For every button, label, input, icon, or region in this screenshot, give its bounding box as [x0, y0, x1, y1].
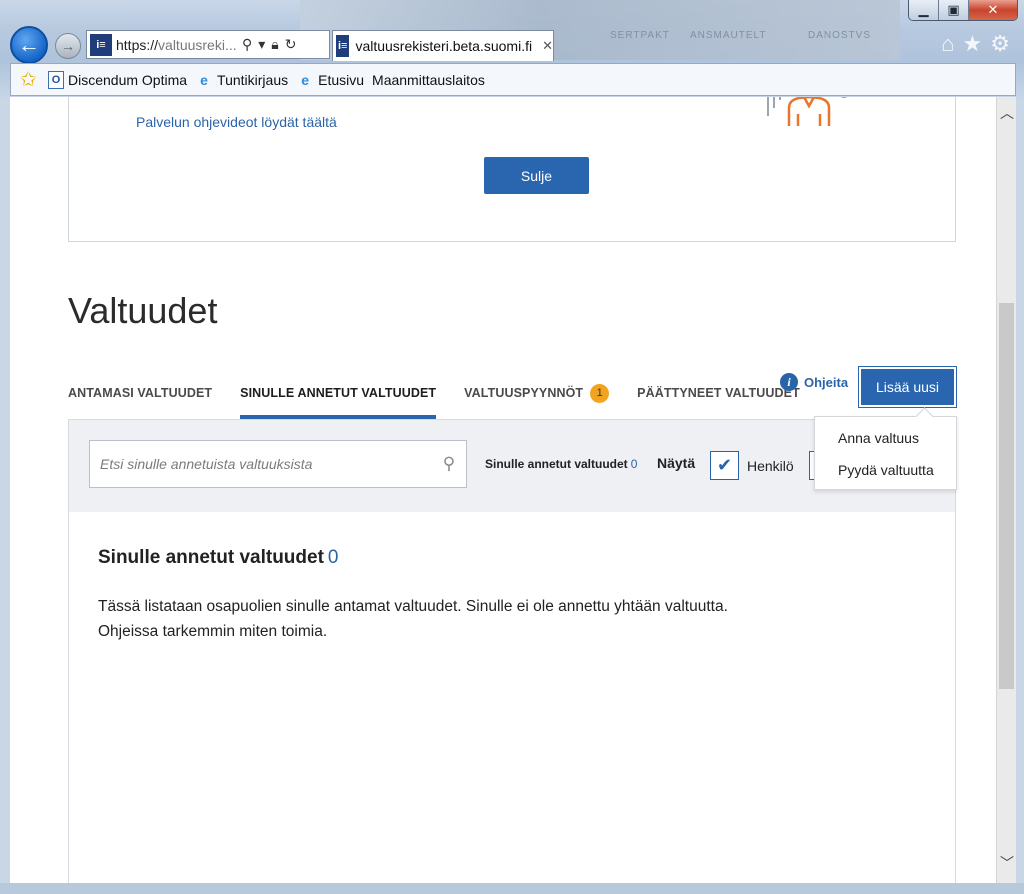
tab-label: PÄÄTTYNEET VALTUUDET [637, 386, 800, 400]
browser-tab-active[interactable]: i≡ valtuusrekisteri.beta.suomi.fi ✕ [332, 30, 554, 61]
window-caption-buttons: ▁ ▣ ✕ [908, 0, 1018, 21]
address-icons: ⚲ ▾ 🔒︎ ↻ [242, 36, 296, 53]
search-icon[interactable]: ⚲ [242, 36, 252, 53]
menu-item-anna-valtuus[interactable]: Anna valtuus [838, 430, 919, 446]
tab-label: VALTUUSPYYNNÖT [464, 386, 584, 400]
back-arrow-icon[interactable]: ← [10, 26, 48, 64]
tab-valtuuspyynnot[interactable]: VALTUUSPYYNNÖT 1 [464, 367, 610, 419]
search-icon[interactable]: ⚲ [432, 454, 466, 474]
tab-sinulle-annetut-valtuudet[interactable]: SINULLE ANNETUT VALTUUDET [240, 367, 437, 419]
notification-badge: 1 [590, 383, 610, 403]
empty-state-text: Tässä listataan osapuolien sinulle antam… [98, 594, 818, 644]
page-title: Valtuudet [68, 290, 218, 331]
tab-title: valtuusrekisteri.beta.suomi.fi [355, 38, 533, 54]
browser-window: SERTPAKT ANSMAUTELT DANOSTVS ▁ ▣ ✕ ← → i… [0, 0, 1024, 894]
ie-icon: e [301, 71, 309, 88]
favorite-label: Discendum Optima [68, 71, 188, 88]
video-help-link[interactable]: Palvelun ohjevideot löydät täältä [136, 114, 337, 130]
favorite-label: Maanmittauslaitos [372, 71, 485, 88]
tab-label: SINULLE ANNETUT VALTUUDET [240, 386, 437, 400]
o-icon: O [48, 70, 64, 89]
info-icon: i [780, 373, 798, 391]
favorite-tuntikirjaus[interactable]: e Tuntikirjaus [195, 71, 288, 89]
valtuudet-tabs: ANTAMASI VALTUUDET SINULLE ANNETUT VALTU… [68, 367, 828, 419]
results-panel: Sinulle annetut valtuudet 0 Tässä listata… [68, 512, 956, 883]
search-placeholder[interactable]: Etsi sinulle annetuista valtuuksista [100, 456, 432, 472]
scroll-up-icon[interactable]: ︿ [997, 103, 1017, 129]
page-viewport: Palvelun ohjevideot löydät täältä Sulje … [10, 97, 996, 883]
favorite-discendum[interactable]: O Discendum Optima [48, 70, 188, 89]
empty-state-line: Ohjeissa tarkemmin miten toimia. [98, 623, 328, 640]
tab-close-icon[interactable]: ✕ [542, 38, 553, 54]
address-url[interactable]: https://valtuusreki... [116, 37, 238, 53]
refresh-icon[interactable]: ↻ [285, 36, 297, 53]
results-title: Sinulle annetut valtuudet 0 [98, 547, 338, 569]
results-title-text: Sinulle annetut valtuudet [98, 547, 324, 568]
favorites-star-add-icon[interactable]: ✩ [20, 68, 44, 92]
favorite-maanmittauslaitos[interactable]: Maanmittauslaitos [372, 72, 485, 88]
address-bar[interactable]: i≡ https://valtuusreki... ⚲ ▾ 🔒︎ ↻ [86, 30, 330, 59]
tab-antamasi-valtuudet[interactable]: ANTAMASI VALTUUDET [68, 367, 212, 419]
help-label: Ohjeita [804, 374, 849, 390]
scroll-down-icon[interactable]: ﹀ [997, 853, 1017, 879]
person-checkbox-label[interactable]: Henkilö [747, 458, 794, 474]
window-bottom-edge [0, 883, 1024, 894]
count-value: 0 [630, 457, 638, 471]
person-checkbox[interactable]: ✔ [710, 451, 739, 480]
minimize-icon[interactable]: ▁ [909, 0, 939, 20]
menu-item-pyyda-valtuutta[interactable]: Pyydä valtuutta [838, 462, 934, 478]
count-label: Sinulle annetut valtuudet [485, 457, 628, 471]
forward-arrow-icon[interactable]: → [55, 33, 81, 59]
settings-gear-icon[interactable]: ⚙ [990, 31, 1010, 57]
navigation-bar: ← → i≡ https://valtuusreki... ⚲ ▾ 🔒︎ ↻ i… [0, 25, 1024, 64]
checkmark-icon: ✔ [716, 455, 733, 475]
tab-favicon-icon: i≡ [336, 35, 350, 57]
favorite-label: Tuntikirjaus [217, 71, 289, 88]
favorites-star-icon[interactable]: ★ [963, 31, 983, 57]
search-input[interactable]: Etsi sinulle annetuista valtuuksista ⚲ [89, 440, 467, 488]
favorites-bar: ✩ O Discendum Optima e Tuntikirjaus e Et… [10, 63, 1016, 96]
url-scheme: https:// [116, 36, 159, 53]
toolbar-icons: ⌂ ★ ⚙ [941, 31, 1010, 57]
dropdown-arrow-icon[interactable]: ▾ [258, 36, 265, 53]
result-count: Sinulle annetut valtuudet 0 [485, 457, 637, 471]
favorite-label: Etusivu [318, 71, 365, 88]
maximize-icon[interactable]: ▣ [939, 0, 969, 20]
tab-label: ANTAMASI VALTUUDET [68, 386, 213, 400]
add-new-dropdown-menu: Anna valtuus Pyydä valtuutta [814, 416, 957, 490]
lock-icon[interactable]: 🔒︎ [271, 36, 278, 53]
add-new-button[interactable]: Lisää uusi [858, 366, 957, 408]
results-count: 0 [327, 547, 339, 568]
tab-paattyneet-valtuudet[interactable]: PÄÄTTYNEET VALTUUDET [637, 367, 800, 419]
show-label: Näytä [657, 455, 696, 471]
home-icon[interactable]: ⌂ [941, 31, 954, 57]
ie-icon: e [200, 71, 208, 88]
favorite-etusivu[interactable]: e Etusivu [296, 71, 364, 89]
help-link[interactable]: i Ohjeita [780, 373, 848, 391]
url-host: valtuusreki... [158, 36, 237, 53]
empty-state-line: Tässä listataan osapuolien sinulle antam… [98, 598, 728, 615]
site-favicon-icon: i≡ [90, 33, 112, 56]
vertical-scrollbar[interactable]: ︿ ﹀ [996, 97, 1016, 883]
info-notice-box: Palvelun ohjevideot löydät täältä Sulje [68, 97, 956, 242]
person-illustration-icon [767, 97, 848, 126]
scrollbar-thumb[interactable] [999, 303, 1014, 689]
close-button[interactable]: Sulje [484, 157, 589, 194]
close-window-icon[interactable]: ✕ [969, 0, 1017, 20]
